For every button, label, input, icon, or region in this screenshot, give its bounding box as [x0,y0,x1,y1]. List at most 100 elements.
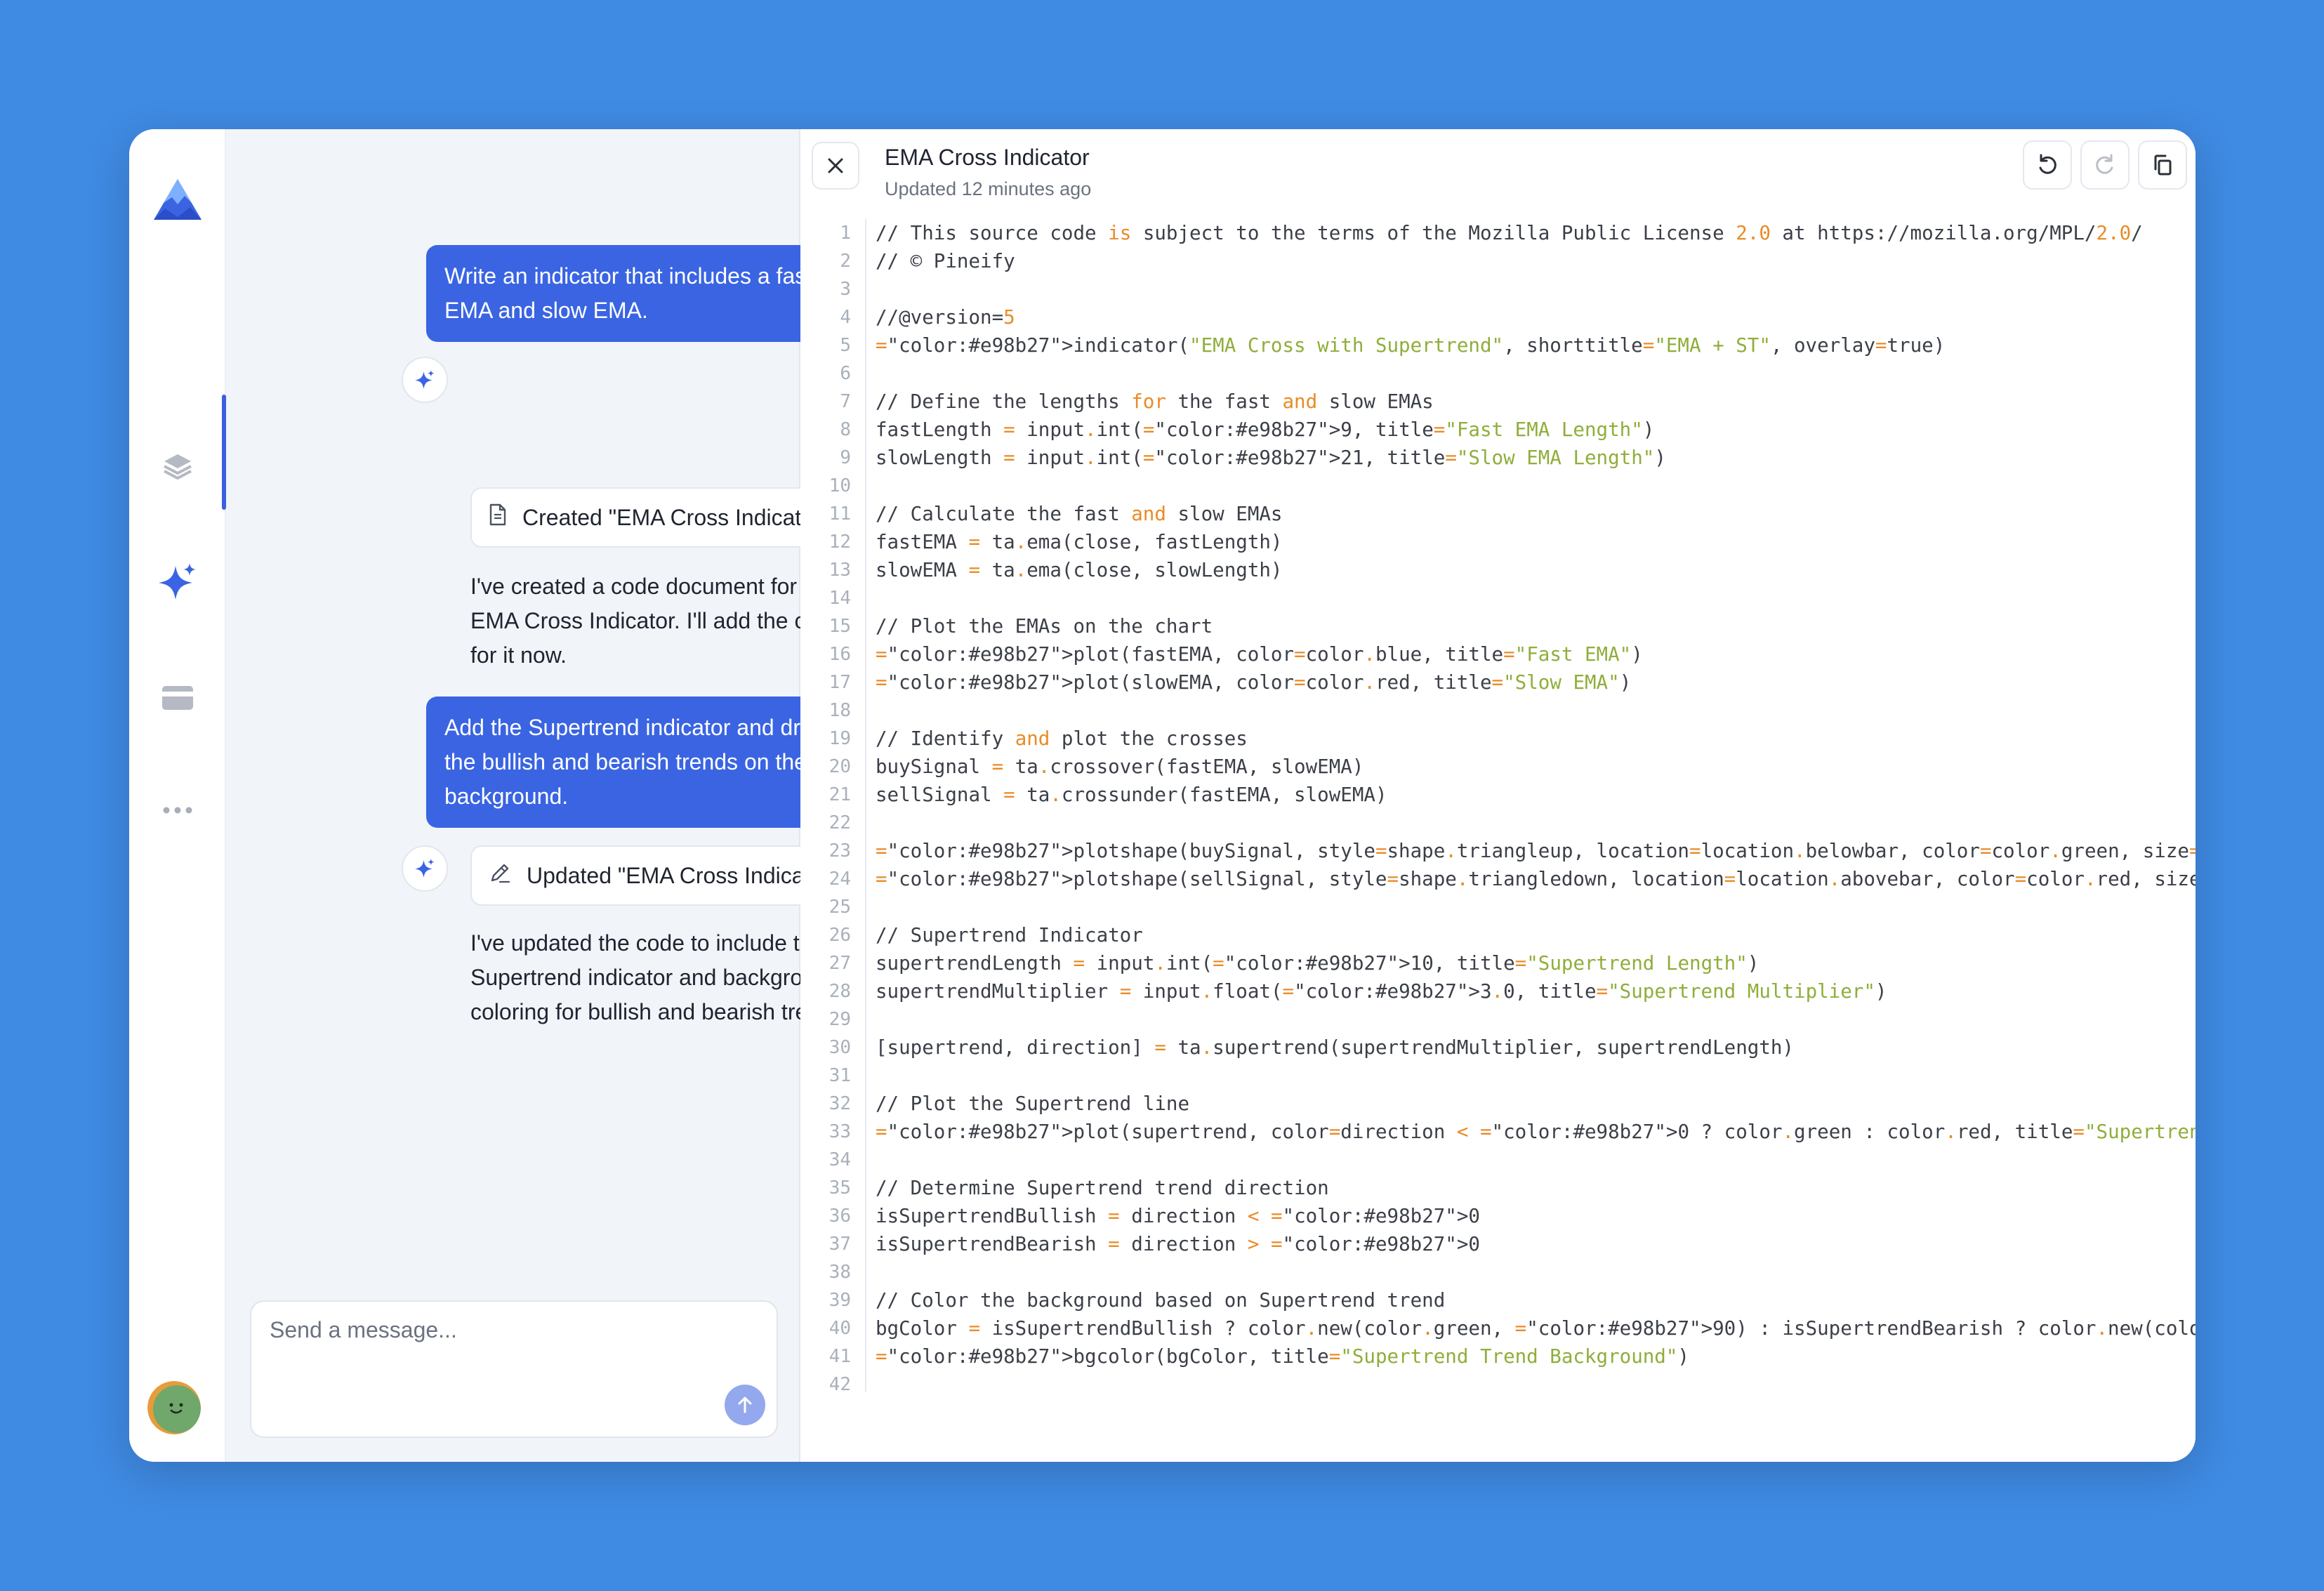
copy-icon [2154,154,2172,176]
code-line[interactable]: // Plot the Supertrend line [876,1090,2196,1118]
code-line[interactable]: //@version=5 [876,303,2196,331]
line-number: 4 [840,307,851,328]
chat-panel: Write an indicator that includes a fast … [226,129,857,1462]
ai-chat-sparkle-icon[interactable] [129,550,226,614]
undo-button[interactable] [2023,140,2072,190]
line-number: 13 [828,560,851,581]
code-line[interactable]: sellSignal = ta.crossunder(fastEMA, slow… [876,781,2196,809]
message-text: Write an indicator that includes a fast … [444,263,813,323]
code-line[interactable]: // Plot the EMAs on the chart [876,612,2196,640]
document-title: EMA Cross Indicator [885,145,1090,170]
line-number: 31 [828,1065,851,1086]
line-number: 42 [828,1374,851,1395]
code-line[interactable]: ="color:#e98b27">plotshape(buySignal, st… [876,837,2196,865]
code-line[interactable] [876,1371,2196,1399]
line-number: 12 [828,532,851,553]
redo-button[interactable] [2080,140,2130,190]
line-number: 27 [828,953,851,974]
code-content[interactable]: // This source code is subject to the te… [876,219,2196,1399]
code-line[interactable]: // Identify and plot the crosses [876,725,2196,753]
code-line[interactable] [876,1005,2196,1034]
document-icon [489,503,507,532]
code-line[interactable]: isSupertrendBearish = direction > ="colo… [876,1230,2196,1258]
created-document-chip[interactable]: Created "EMA Cross Indicator" [470,487,848,548]
code-line[interactable]: // Calculate the fast and slow EMAs [876,500,2196,528]
close-button[interactable] [812,142,859,190]
code-line[interactable] [876,275,2196,303]
code-line[interactable]: ="color:#e98b27">bgcolor(bgColor, title=… [876,1342,2196,1371]
line-number: 3 [840,279,851,300]
line-number: 16 [828,644,851,665]
credit-card-icon[interactable] [129,670,226,726]
code-line[interactable]: ="color:#e98b27">plot(fastEMA, color=col… [876,640,2196,668]
more-options-icon[interactable] [129,782,226,838]
line-number: 17 [828,672,851,693]
code-editor-panel: EMA Cross Indicator Updated 12 minutes a… [800,129,2196,1462]
code-line[interactable] [876,697,2196,725]
line-number: 39 [828,1290,851,1311]
code-line[interactable] [876,472,2196,500]
code-line[interactable]: // This source code is subject to the te… [876,219,2196,247]
line-number: 37 [828,1234,851,1255]
code-line[interactable]: ="color:#e98b27">indicator("EMA Cross wi… [876,331,2196,359]
copy-button[interactable] [2138,140,2187,190]
app-logo-icon[interactable] [129,171,226,227]
code-line[interactable]: slowLength = input.int(="color:#e98b27">… [876,444,2196,472]
code-line[interactable]: fastLength = input.int(="color:#e98b27">… [876,416,2196,444]
line-number: 32 [828,1093,851,1114]
code-line[interactable]: ="color:#e98b27">plotshape(sellSignal, s… [876,865,2196,893]
line-number: 8 [840,419,851,440]
code-line[interactable]: fastEMA = ta.ema(close, fastLength) [876,528,2196,556]
updated-document-chip[interactable]: Updated "EMA Cross Indicator" [470,845,857,906]
line-number: 14 [828,588,851,609]
line-number: 15 [828,616,851,637]
send-button[interactable] [725,1385,765,1425]
code-line[interactable]: isSupertrendBullish = direction < ="colo… [876,1202,2196,1230]
document-updated-time: Updated 12 minutes ago [885,178,1092,199]
undo-icon [2039,154,2056,174]
user-avatar[interactable] [147,1381,201,1434]
code-area[interactable]: 1 2 3 4 5 6 7 8 9 10 11 12 13 14 15 16 17 18 19 20 21 22 23 24 2… [800,219,2196,1462]
code-line[interactable] [876,1258,2196,1286]
line-number: 21 [828,784,851,805]
line-number: 24 [828,869,851,890]
code-line[interactable]: supertrendMultiplier = input.float(="col… [876,977,2196,1005]
line-number: 35 [828,1177,851,1199]
line-number: 28 [828,981,851,1002]
line-number: 9 [840,447,851,468]
line-number: 38 [828,1262,851,1283]
code-line[interactable]: ="color:#e98b27">plot(supertrend, color=… [876,1118,2196,1146]
code-line[interactable] [876,893,2196,921]
composer-placeholder[interactable]: Send a message... [270,1317,457,1343]
code-line[interactable]: // Define the lengths for the fast and s… [876,388,2196,416]
code-line[interactable]: supertrendLength = input.int(="color:#e9… [876,949,2196,977]
line-number: 2 [840,251,851,272]
code-line[interactable] [876,1062,2196,1090]
code-line[interactable]: buySignal = ta.crossover(fastEMA, slowEM… [876,753,2196,781]
code-line[interactable]: [supertrend, direction] = ta.supertrend(… [876,1034,2196,1062]
line-number: 20 [828,756,851,777]
code-line[interactable]: ="color:#e98b27">plot(slowEMA, color=col… [876,668,2196,697]
code-line[interactable]: slowEMA = ta.ema(close, slowLength) [876,556,2196,584]
line-number: 33 [828,1121,851,1142]
icon-rail [129,129,226,1462]
message-composer[interactable]: Send a message... [250,1300,778,1438]
code-line[interactable] [876,809,2196,837]
code-line[interactable] [876,1146,2196,1174]
line-number: 18 [828,700,851,721]
code-line[interactable]: bgColor = isSupertrendBullish ? color.ne… [876,1314,2196,1342]
line-number: 5 [840,335,851,356]
line-number: 41 [828,1346,851,1367]
code-line[interactable] [876,584,2196,612]
code-line[interactable]: // Color the background based on Supertr… [876,1286,2196,1314]
code-line[interactable]: // © Pineify [876,247,2196,275]
line-number: 25 [828,897,851,918]
code-line[interactable] [876,359,2196,388]
code-line[interactable]: // Supertrend Indicator [876,921,2196,949]
message-text: Add the Supertrend indicator and draw th… [444,715,829,809]
line-number: 34 [828,1149,851,1170]
layers-icon[interactable] [129,438,226,494]
line-number: 10 [828,475,851,496]
code-line[interactable]: // Determine Supertrend trend direction [876,1174,2196,1202]
line-number: 40 [828,1318,851,1339]
